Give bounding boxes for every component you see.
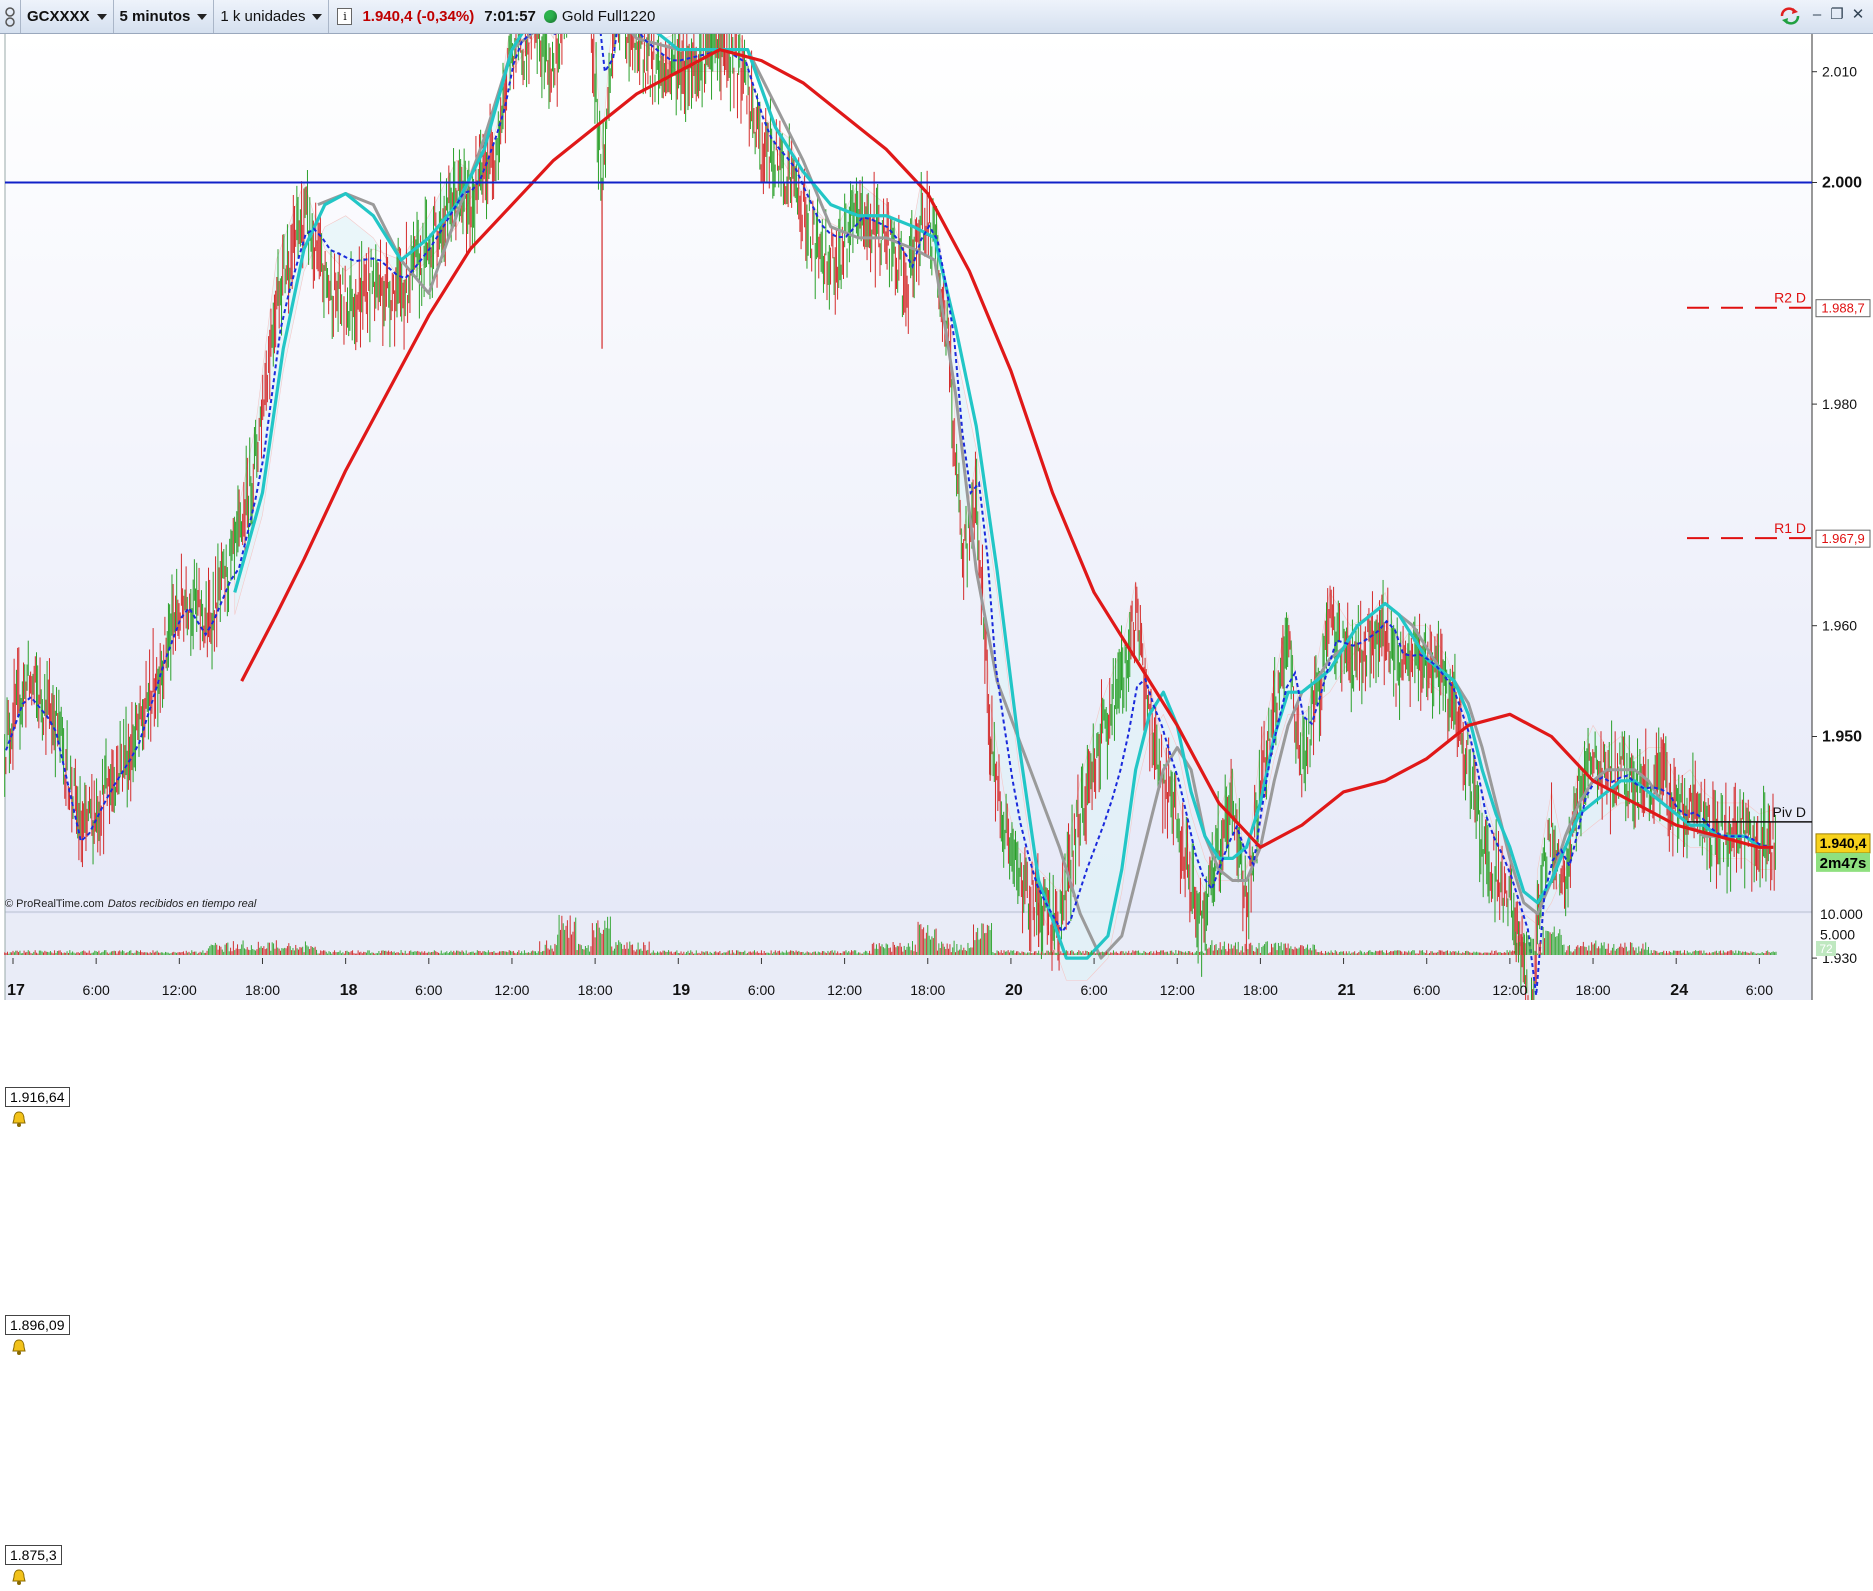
feed-status-icon [543, 10, 557, 23]
time-tick-label: 12:00 [494, 982, 529, 998]
price-tick-label: 2.010 [1822, 64, 1857, 80]
plot-area [5, 34, 1812, 914]
credit-site: © ProRealTime.com [5, 898, 104, 910]
chart-toolbar: GCXXXX 5 minutos 1 k unidades i 1.940,4 … [0, 0, 1873, 34]
time-tick-label: 24 [1670, 982, 1688, 999]
price-tick-label: 1.980 [1822, 396, 1857, 412]
close-icon[interactable]: ✕ [1850, 7, 1866, 23]
units-label: 1 k unidades [220, 8, 306, 25]
time-tick-label: 6:00 [748, 982, 775, 998]
time-tick-label: 12:00 [1492, 982, 1527, 998]
price-tick-label: 2.000 [1822, 175, 1862, 192]
time-tick-label: 18:00 [910, 982, 945, 998]
volume-tick-label: 5.000 [1820, 927, 1855, 943]
settings-button[interactable] [0, 0, 21, 33]
credit-line: © ProRealTime.com Datos recibidos en tiem… [5, 898, 256, 910]
price-change: 1.940,4 (-0,34%) [362, 8, 475, 25]
minimize-icon[interactable]: – [1809, 7, 1825, 23]
alert-level-label[interactable]: 1.875,3 [5, 1545, 62, 1566]
bell-icon[interactable] [10, 1110, 28, 1128]
timeframe-label: 5 minutos [119, 8, 191, 25]
quote-info: i 1.940,4 (-0,34%) 7:01:57 Gold Full1220 [329, 0, 661, 33]
pivot-label: Piv D [1773, 804, 1806, 820]
pivot-label: R2 D [1774, 290, 1806, 306]
pivot-value: 1.988,7 [1821, 301, 1864, 316]
time-tick-label: 18:00 [1576, 982, 1611, 998]
sync-icon[interactable] [1778, 6, 1802, 26]
credit-note: Datos recibidos en tiempo real [107, 898, 257, 910]
time-tick-label: 20 [1005, 982, 1023, 999]
time-tick-label: 6:00 [415, 982, 442, 998]
time-tick-label: 12:00 [827, 982, 862, 998]
time-tick-label: 19 [672, 982, 690, 999]
gear-icon [5, 6, 15, 27]
timeframe-selector[interactable]: 5 minutos [114, 0, 215, 33]
restore-icon[interactable]: ❐ [1829, 7, 1845, 23]
time-tick-label: 18 [340, 982, 358, 999]
pivot-label: R1 D [1774, 520, 1806, 536]
time-tick-label: 6:00 [83, 982, 110, 998]
time-tick-label: 18:00 [1243, 982, 1278, 998]
countdown-label: 2m47s [1820, 855, 1867, 872]
price-chart[interactable]: R3 DR2 DR1 DPiv DS1 DS2 DS3 D 2.014,41.9… [0, 34, 1873, 1000]
chevron-down-icon [312, 13, 323, 20]
alert-level-label[interactable]: 1.896,09 [5, 1314, 70, 1335]
chevron-down-icon [197, 13, 208, 20]
time-tick-label: 12:00 [1160, 982, 1195, 998]
time-tick-label: 21 [1338, 982, 1356, 999]
time-tick-label: 17 [7, 982, 25, 999]
symbol-label: GCXXXX [27, 8, 90, 25]
units-selector[interactable]: 1 k unidades [214, 0, 330, 33]
time-tick-label: 6:00 [1413, 982, 1440, 998]
bell-icon[interactable] [10, 1568, 28, 1586]
feed-label: Gold Full1220 [561, 8, 656, 25]
time-tick-label: 6:00 [1746, 982, 1773, 998]
chevron-down-icon [96, 13, 107, 20]
quote-time: 7:01:57 [484, 8, 536, 25]
time-tick-label: 18:00 [578, 982, 613, 998]
info-icon[interactable]: i [337, 8, 353, 25]
pivot-value: 1.967,9 [1821, 531, 1864, 546]
alert-level-label[interactable]: 1.916,64 [5, 1087, 70, 1108]
last-price-label: 1.940,4 [1820, 835, 1867, 851]
time-tick-label: 6:00 [1080, 982, 1107, 998]
time-tick-label: 12:00 [162, 982, 197, 998]
volume-tick-label: 10.000 [1820, 906, 1863, 922]
volume-last-label: 72 [1819, 942, 1833, 956]
price-tick-label: 1.960 [1822, 618, 1857, 634]
symbol-selector[interactable]: GCXXXX [21, 0, 114, 33]
time-tick-label: 18:00 [245, 982, 280, 998]
bell-icon[interactable] [10, 1338, 28, 1356]
price-tick-label: 1.950 [1822, 729, 1862, 746]
